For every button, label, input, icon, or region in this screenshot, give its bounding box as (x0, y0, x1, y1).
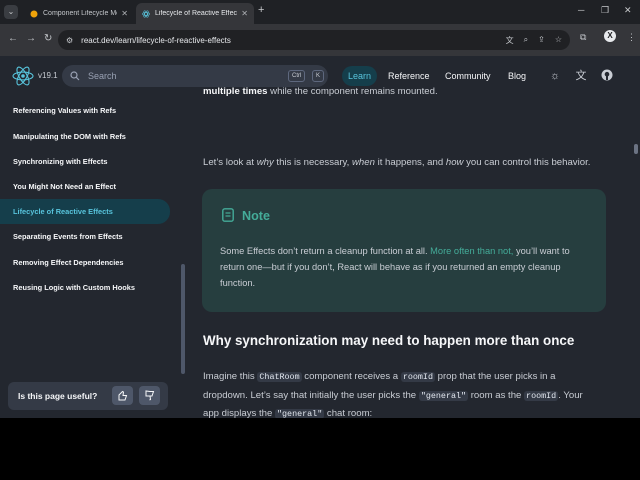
bookmark-star-icon[interactable]: ☆ (555, 35, 562, 46)
sidebar-item-removing-effect-dependencies[interactable]: Removing Effect Dependencies (0, 250, 170, 275)
page-viewport: v19.1 Search Ctrl K Learn Reference Comm… (0, 56, 640, 418)
sidebar-item-you-might-not-need-an-effect[interactable]: You Might Not Need an Effect (0, 174, 170, 199)
note-title: Note (242, 209, 270, 223)
paragraph-chatroom: Imagine this ChatRoom component receives… (203, 371, 583, 418)
restore-icon[interactable]: ❐ (601, 5, 609, 16)
url-text: react.dev/learn/lifecycle-of-reactive-ef… (81, 35, 231, 45)
window-close-icon[interactable]: ✕ (624, 5, 632, 16)
kbd-k: K (312, 70, 325, 82)
profile-avatar[interactable]: X (604, 30, 616, 42)
nav-blog[interactable]: Blog (502, 66, 532, 86)
sidebar-item-lifecycle-of-reactive-effects[interactable]: Lifecycle of Reactive Effects (0, 199, 170, 224)
back-arrow-icon[interactable]: ← (8, 33, 18, 44)
version-label[interactable]: v19.1 (38, 71, 58, 80)
extensions-icon[interactable]: ⧉ (580, 32, 586, 43)
page-scrollbar[interactable] (634, 144, 638, 154)
share-icon[interactable]: ⇪ (538, 35, 545, 46)
tab-title: Lifecycle of Reactive Effects – Reac (155, 10, 237, 17)
github-icon[interactable] (600, 69, 614, 83)
main-content: multiple times while the component remai… (186, 86, 632, 418)
paragraph-cut: multiple times while the component remai… (203, 86, 438, 97)
sidebar-item-manipulating-the-dom[interactable]: Manipulating the DOM with Refs (0, 124, 170, 149)
nav-reference[interactable]: Reference (382, 66, 436, 86)
tab-search-icon[interactable]: ⌄ (4, 5, 18, 19)
thumbs-up-icon (118, 390, 128, 401)
address-bar[interactable]: ⚙ react.dev/learn/lifecycle-of-reactive-… (58, 30, 570, 50)
feedback-widget: Is this page useful? (8, 382, 168, 410)
browser-tab-strip: ⌄ Component Lifecycle Methods | Th ✕ Lif… (0, 0, 640, 24)
section-heading[interactable]: Why synchronization may need to happen m… (203, 333, 574, 348)
minimize-icon[interactable]: ─ (578, 5, 584, 15)
kbd-ctrl: Ctrl (288, 70, 306, 82)
thumbs-down-button[interactable] (139, 386, 160, 405)
sidebar-item-reusing-logic-with-custom-hooks[interactable]: Reusing Logic with Custom Hooks (0, 275, 170, 300)
language-icon[interactable]: 文 (574, 69, 588, 83)
sidebar-scrollbar[interactable] (181, 264, 185, 374)
sidebar-item-referencing-values-with-refs[interactable]: Referencing Values with Refs (0, 98, 170, 123)
forward-arrow-icon[interactable]: → (26, 33, 36, 44)
translate-page-icon[interactable]: 文 (506, 35, 514, 46)
feedback-question: Is this page useful? (18, 391, 98, 401)
tab-title: Component Lifecycle Methods | Th (43, 10, 117, 17)
browser-tab-lifecycle-methods[interactable]: Component Lifecycle Methods | Th ✕ (24, 3, 134, 24)
site-info-icon[interactable]: ⚙ (66, 36, 73, 45)
new-tab-plus-icon[interactable]: + (258, 4, 264, 16)
react-logo-icon[interactable] (12, 65, 34, 87)
theme-sun-icon[interactable]: ☼ (548, 69, 562, 83)
tab-favicon-icon (30, 10, 38, 17)
sidebar-item-separating-events-from-effects[interactable]: Separating Events from Effects (0, 224, 170, 249)
search-icon (70, 71, 80, 81)
paragraph-intro: Let’s look at why this is necessary, whe… (203, 157, 591, 168)
sidebar-item-synchronizing-with-effects[interactable]: Synchronizing with Effects (0, 149, 170, 174)
browser-tab-reactive-effects[interactable]: Lifecycle of Reactive Effects – Reac ✕ (136, 3, 254, 24)
note-body: Some Effects don’t return a cleanup func… (220, 246, 570, 288)
tab-close-icon[interactable]: ✕ (121, 9, 128, 18)
search-placeholder: Search (88, 71, 117, 81)
nav-community[interactable]: Community (439, 66, 497, 86)
thumbs-up-button[interactable] (112, 386, 133, 405)
tab-close-icon[interactable]: ✕ (241, 9, 248, 18)
browser-toolbar: ← → ↻ ⚙ react.dev/learn/lifecycle-of-rea… (0, 24, 640, 56)
nav-learn[interactable]: Learn (342, 66, 378, 86)
note-link[interactable]: More often than not, (430, 246, 513, 256)
reload-icon[interactable]: ↻ (44, 33, 52, 44)
zoom-icon[interactable]: ⌕ (524, 35, 528, 46)
thumbs-down-icon (145, 390, 155, 401)
sidebar: Referencing Values with Refs Manipulatin… (0, 96, 180, 418)
react-favicon-icon (142, 10, 150, 17)
note-callout: Note Some Effects don’t return a cleanup… (202, 189, 606, 312)
note-icon (222, 208, 234, 222)
browser-menu-icon[interactable]: ⋮ (627, 32, 636, 43)
